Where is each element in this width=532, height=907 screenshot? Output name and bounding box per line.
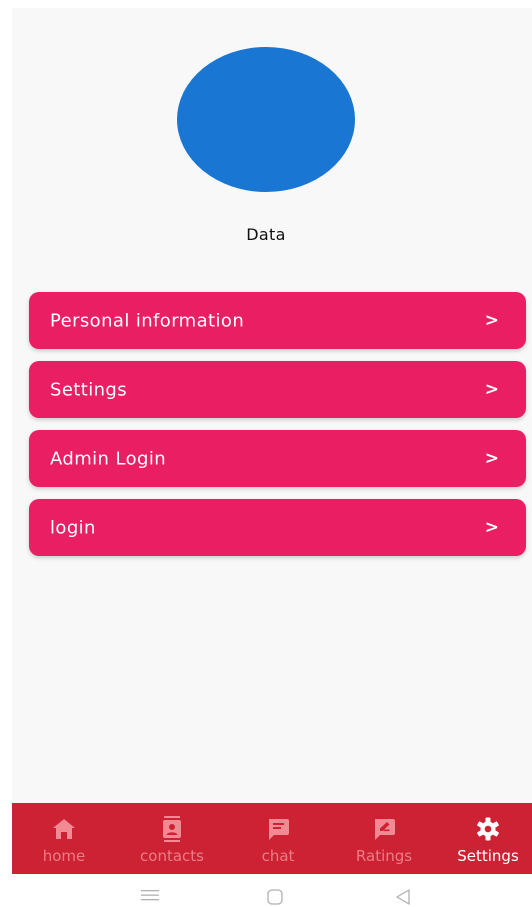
avatar[interactable]: [177, 47, 355, 192]
nav-item-chat[interactable]: chat: [226, 803, 330, 874]
nav-item-home[interactable]: home: [12, 803, 116, 874]
menu-icon[interactable]: [140, 888, 160, 902]
contacts-icon: [163, 816, 181, 842]
profile-name: Data: [246, 225, 286, 244]
chevron-right-icon: >: [484, 379, 499, 400]
nav-label: chat: [261, 847, 295, 865]
nav-label: contacts: [140, 847, 204, 865]
gear-icon: [477, 817, 499, 841]
menu-item-admin-login[interactable]: Admin Login >: [29, 430, 526, 487]
nav-item-ratings[interactable]: Ratings: [332, 803, 436, 874]
nav-item-settings[interactable]: Settings: [436, 803, 532, 874]
ratings-icon: [375, 819, 395, 840]
chevron-right-icon: >: [484, 448, 499, 469]
nav-label: Settings: [457, 847, 519, 865]
home-square-icon[interactable]: [266, 888, 284, 906]
menu-item-login[interactable]: login >: [29, 499, 526, 556]
home-icon: [53, 819, 75, 839]
nav-label: home: [42, 847, 86, 865]
menu-item-settings[interactable]: Settings >: [29, 361, 526, 418]
menu-item-label: login: [50, 517, 96, 538]
back-triangle-icon[interactable]: [394, 888, 412, 906]
menu-item-label: Admin Login: [50, 448, 167, 469]
menu-item-label: Personal information: [50, 310, 245, 331]
nav-label: Ratings: [355, 847, 413, 865]
chevron-right-icon: >: [484, 517, 499, 538]
nav-item-contacts[interactable]: contacts: [120, 803, 224, 874]
menu-item-label: Settings: [50, 379, 128, 400]
system-navigation-bar: [0, 874, 532, 907]
chevron-right-icon: >: [484, 310, 499, 331]
chat-icon: [269, 819, 289, 840]
menu-item-personal-information[interactable]: Personal information >: [29, 292, 526, 349]
bottom-navigation: home contacts chat Ratings Settings: [12, 803, 532, 874]
